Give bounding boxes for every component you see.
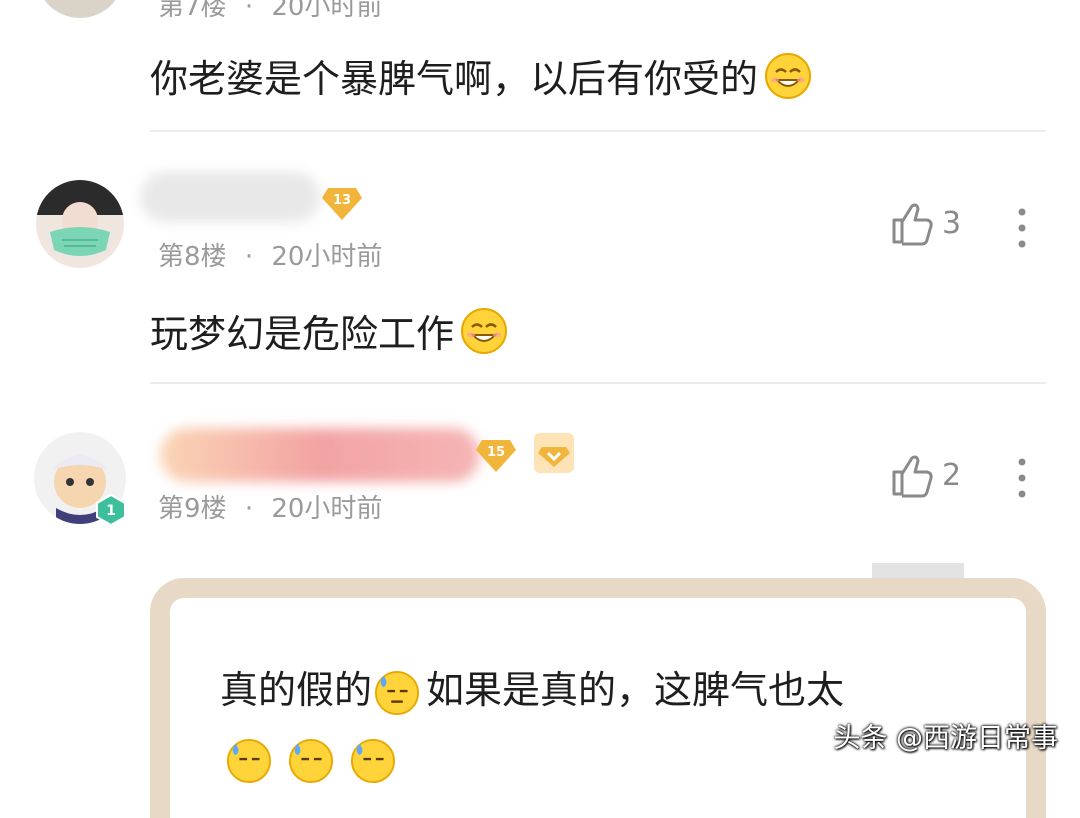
comment-image-card[interactable]: 真的假的 如果是真的，这脾气也太 [150,578,1046,818]
comment-8-text: 玩梦幻是危险工作 [150,303,508,358]
more-options-icon[interactable] [1012,206,1032,250]
sweat-emoji-icon [350,738,396,784]
floor-label: 第7楼 [158,0,227,22]
comment-7-meta: 第7楼 · 20小时前 [158,0,382,23]
image-top-tab [872,563,964,579]
grin-emoji-icon [765,52,812,99]
thumbs-up-icon [892,455,933,498]
floor-label: 第8楼 [158,242,227,272]
username-blurred[interactable] [160,428,480,482]
quoted-text: 真的假的 如果是真的，这脾气也太 [220,662,1000,718]
floor-label: 第9楼 [158,494,227,524]
comment-7-text: 你老婆是个暴脾气啊，以后有你受的 [150,48,812,103]
comment-8-meta: 第8楼 · 20小时前 [158,242,383,272]
avatar[interactable] [36,180,124,268]
username-blurred[interactable] [140,172,320,222]
svg-text:13: 13 [333,193,351,208]
svg-text:1: 1 [106,503,116,519]
vip-badge-icon [534,433,574,473]
avatar[interactable] [36,0,124,18]
sweat-emoji-icon [226,738,272,784]
divider [150,130,1046,132]
more-options-icon[interactable] [1012,456,1032,500]
quoted-emoji-row [226,738,396,784]
like-count: 3 [942,205,962,241]
like-count: 2 [942,457,962,493]
sweat-emoji-icon [288,738,334,784]
level-badge: 13 [322,186,362,224]
like-button[interactable]: 2 [890,452,961,498]
sweat-emoji-icon [374,670,420,715]
comment-9-meta: 第9楼 · 20小时前 [158,494,383,524]
timestamp: 20小时前 [271,0,383,22]
timestamp: 20小时前 [271,494,383,524]
divider [150,382,1046,384]
svg-text:15: 15 [487,445,505,460]
level-badge: 15 [476,438,516,476]
like-button[interactable]: 3 [890,200,961,246]
grin-emoji-icon [461,307,508,354]
masked-girl-avatar-icon [50,202,110,256]
timestamp: 20小时前 [271,242,383,272]
avatar-level-badge: 1 [96,493,126,530]
thumbs-up-icon [892,203,933,246]
watermark: 头条 @西游日常事 [833,723,1058,754]
